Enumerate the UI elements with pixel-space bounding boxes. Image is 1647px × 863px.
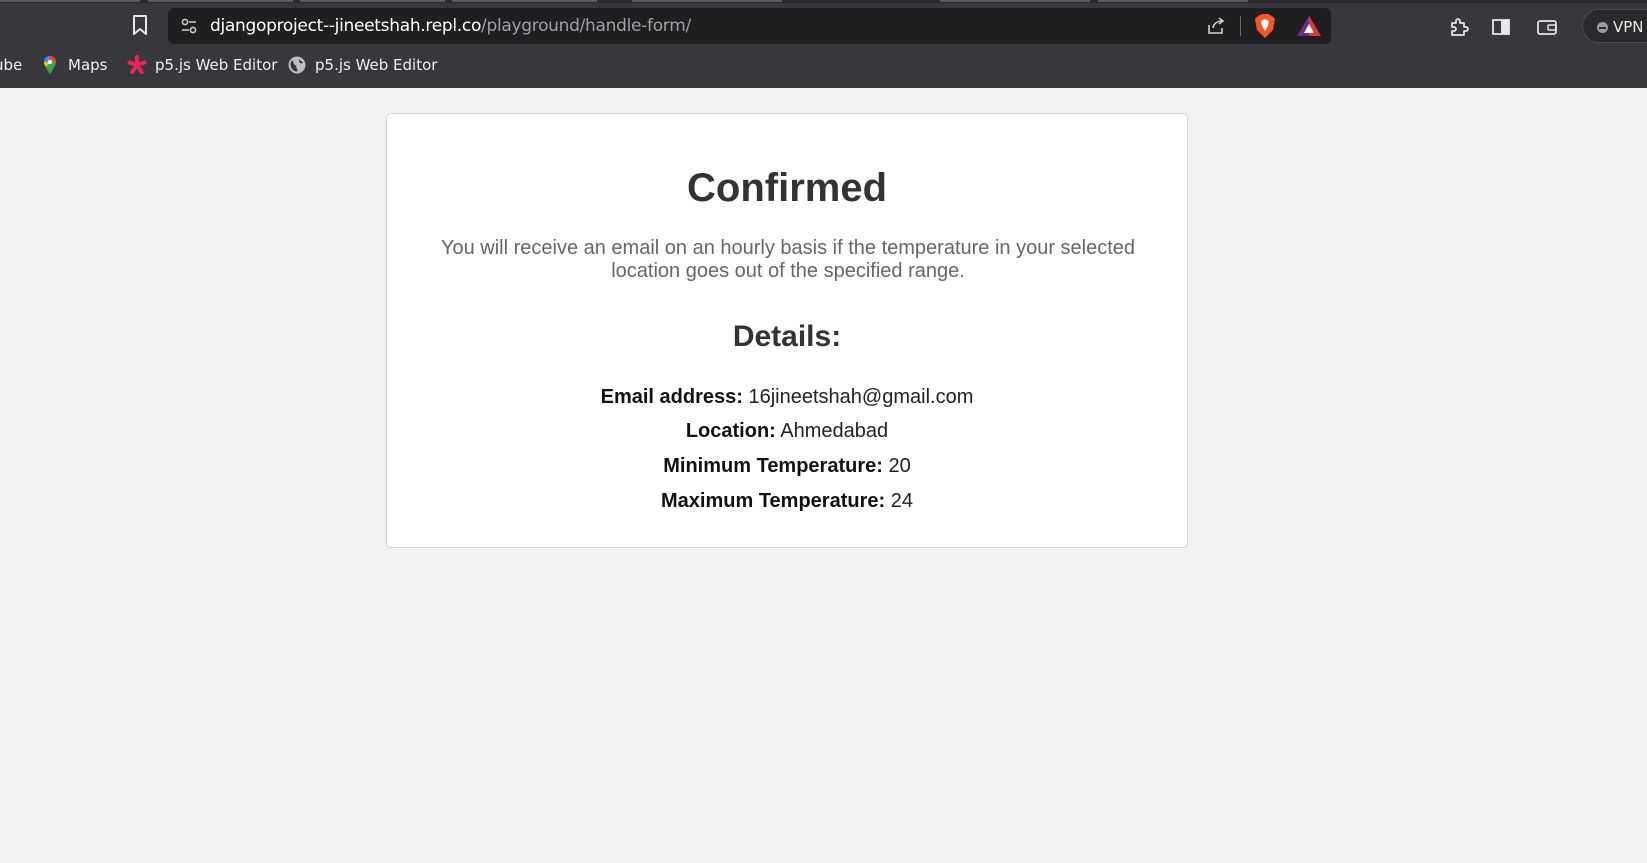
tab-strip: [0, 0, 1647, 3]
detail-label: Email address:: [600, 386, 743, 408]
browser-chrome: djangoproject--jineetshah.repl.co/playgr…: [0, 0, 1647, 88]
confirmation-message: You will receive an email on an hourly b…: [440, 237, 1136, 282]
vpn-status-icon: [1597, 22, 1608, 33]
bookmark-label: p5.js Web Editor: [155, 56, 278, 74]
url-text: djangoproject--jineetshah.repl.co/playgr…: [210, 16, 691, 36]
url-path: /playground/handle-form/: [481, 16, 691, 36]
detail-value: 20: [888, 455, 911, 477]
address-bar[interactable]: djangoproject--jineetshah.repl.co/playgr…: [168, 8, 1331, 44]
details-heading: Details:: [732, 320, 842, 353]
bookmarks-bar: ube Maps p5.js Web Edi: [0, 50, 1647, 80]
share-icon[interactable]: [1206, 16, 1226, 36]
detail-label: Location:: [685, 420, 776, 442]
detail-max-temperature: Maximum Temperature: 24: [387, 490, 1187, 513]
globe-icon: [288, 56, 306, 74]
bookmark-p5js-editor[interactable]: p5.js Web Editor: [127, 54, 277, 76]
brave-rewards-icon[interactable]: [1296, 14, 1322, 38]
detail-label: Minimum Temperature:: [663, 455, 883, 477]
bookmark-maps[interactable]: Maps: [40, 54, 107, 76]
bookmark-p5js-editor-2[interactable]: p5.js Web Editor: [287, 54, 437, 76]
sidebar-icon[interactable]: [1490, 16, 1512, 38]
brave-shields-icon[interactable]: [1254, 13, 1276, 39]
omnibox-divider: [1240, 16, 1241, 36]
detail-email: Email address: 16jineetshah@gmail.com: [387, 386, 1187, 409]
vpn-button[interactable]: VPN: [1582, 9, 1647, 43]
detail-value: Ahmedabad: [780, 420, 889, 442]
page-content: Confirmed You will receive an email on a…: [0, 88, 1647, 863]
confirmation-card: Confirmed You will receive an email on a…: [386, 113, 1188, 548]
url-host: djangoproject--jineetshah.repl.co: [210, 16, 482, 36]
detail-value: 24: [890, 490, 913, 512]
detail-label: Maximum Temperature:: [661, 490, 886, 512]
detail-location: Location: Ahmedabad: [387, 420, 1187, 443]
detail-value: 16jineetshah@gmail.com: [748, 386, 974, 408]
p5js-asterisk-icon: [127, 55, 147, 74]
wallet-icon[interactable]: [1536, 16, 1558, 38]
site-settings-icon[interactable]: [180, 17, 198, 35]
vpn-label: VPN: [1613, 18, 1644, 36]
extensions-icon[interactable]: [1448, 16, 1470, 38]
bookmark-icon[interactable]: [131, 14, 149, 36]
bookmark-label: Maps: [68, 56, 108, 74]
detail-min-temperature: Minimum Temperature: 20: [387, 455, 1187, 478]
bookmark-label: ube: [0, 56, 23, 74]
bookmark-label: p5.js Web Editor: [315, 56, 438, 74]
confirmation-title: Confirmed: [687, 166, 887, 210]
bookmark-youtube[interactable]: ube: [0, 54, 22, 76]
maps-icon: [44, 56, 56, 74]
browser-toolbar: djangoproject--jineetshah.repl.co/playgr…: [0, 6, 1647, 44]
